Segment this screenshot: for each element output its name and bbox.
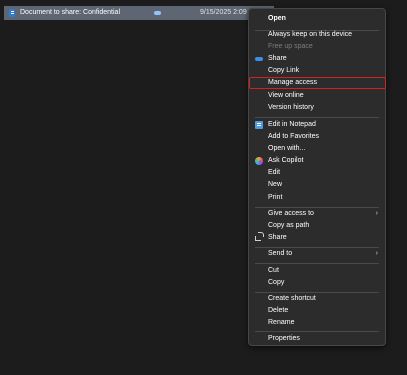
menu-item-create-shortcut[interactable]: Create shortcut [249,293,385,305]
menu-item-label: Create shortcut [268,295,316,302]
menu-item-manage-access[interactable]: Manage access [249,77,386,89]
chevron-right-icon: › [375,210,378,217]
menu-item-label: Add to Favorites [268,133,319,140]
menu-item-label: Edit [268,169,281,176]
menu-item-label: Open [268,15,286,22]
menu-item-label: Version history [268,104,314,111]
cloud-icon [154,11,161,15]
menu-item-label: Share [268,234,287,241]
menu-separator [255,331,379,332]
menu-item-label: Delete [268,307,289,314]
menu-item-label: Send to [268,250,293,257]
menu-item-edit[interactable]: Edit [249,167,385,179]
menu-item-label: View online [268,92,304,99]
menu-item-properties[interactable]: Properties [249,333,385,345]
menu-item-open[interactable]: Open [249,13,385,25]
menu-item-ask-copilot[interactable]: Ask Copilot [249,155,385,167]
menu-separator [255,117,379,118]
menu-item-label: Cut [268,267,279,274]
menu-item-label: Edit in Notepad [268,121,316,128]
menu-item-label: Open with... [268,145,306,152]
menu-item-copy-link[interactable]: Copy Link [249,65,385,77]
menu-item-rename[interactable]: Rename [249,317,385,329]
menu-separator [255,263,379,264]
menu-item-label: Always keep on this device [268,31,353,38]
menu-item-view-online[interactable]: View online [249,90,385,102]
menu-item-label: Copy as path [268,222,310,229]
menu-item-free-up-space: Free up space [249,41,385,53]
file-name: Document to share: Confidential [20,9,120,16]
menu-item-delete[interactable]: Delete [249,305,385,317]
menu-item-share[interactable]: Share [249,232,385,244]
menu-item-label: Give access to [268,210,314,217]
menu-item-print[interactable]: Print [249,192,385,204]
file-list-row[interactable]: Document to share: Confidential 9/15/202… [4,6,274,20]
menu-item-open-with[interactable]: Open with... [249,143,385,155]
notepad-icon [255,121,263,129]
copilot-icon [255,157,263,165]
menu-item-give-access[interactable]: Give access to › [249,208,385,220]
menu-item-label: Manage access [268,79,318,86]
text-document-icon [9,9,15,17]
menu-item-version-history[interactable]: Version history [249,102,385,114]
menu-item-send-to[interactable]: Send to › [249,248,385,260]
menu-item-label: Copy Link [268,67,300,74]
menu-item-always-keep[interactable]: Always keep on this device [249,29,385,41]
onedrive-cloud-icon [255,57,263,61]
menu-item-label: Rename [268,319,295,326]
menu-item-label: Share [268,55,287,62]
menu-item-add-favorites[interactable]: Add to Favorites [249,131,385,143]
chevron-right-icon: › [375,250,378,257]
menu-item-label: Ask Copilot [268,157,304,164]
menu-item-label: New [268,181,283,188]
menu-item-cut[interactable]: Cut [249,265,385,277]
share-icon [255,232,264,241]
menu-item-share-onedrive[interactable]: Share [249,53,385,65]
menu-item-label: Free up space [268,43,313,50]
menu-item-label: Print [268,194,283,201]
menu-item-label: Copy [268,279,285,286]
menu-item-copy-as-path[interactable]: Copy as path [249,220,385,232]
menu-item-new[interactable]: New [249,179,385,191]
menu-item-label: Properties [268,335,300,342]
menu-item-copy[interactable]: Copy [249,277,385,289]
context-menu: Open Always keep on this device Free up … [248,8,386,346]
menu-item-edit-notepad[interactable]: Edit in Notepad [249,119,385,131]
